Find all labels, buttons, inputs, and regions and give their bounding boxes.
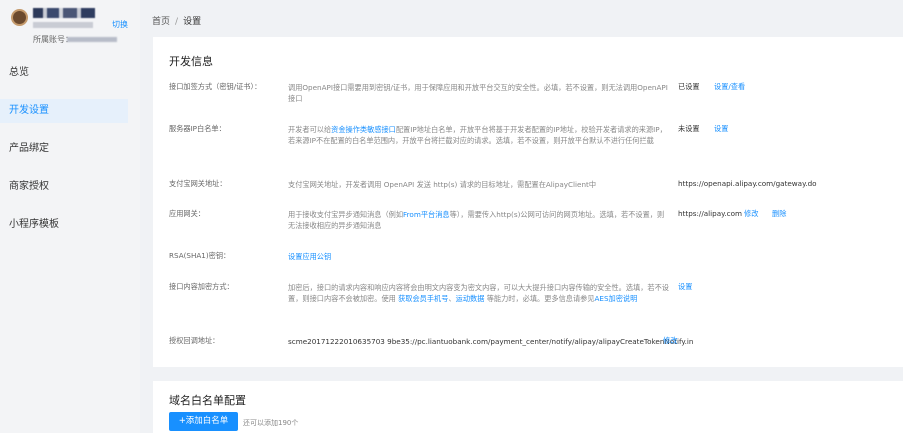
platform-message-link[interactable]: From平台消息 [403, 210, 450, 219]
ip-whitelist-status: 未设置 [678, 124, 700, 133]
auth-callback-label: 授权回调地址： [169, 336, 220, 345]
sidebar-item-product-binding[interactable]: 产品绑定 [0, 137, 128, 161]
sensitive-api-link[interactable]: 资金操作类敏感接口 [331, 125, 396, 134]
sign-method-label: 接口加签方式（密钥/证书）： [169, 82, 262, 91]
sports-data-link[interactable]: 运动数据 [456, 294, 485, 303]
merchant-profile: 切换 所属账号： [0, 0, 140, 58]
set-app-public-key-link[interactable]: 设置应用公钥 [288, 251, 670, 262]
breadcrumb-home[interactable]: 首页 [152, 17, 170, 27]
merchant-name-redacted [33, 8, 95, 18]
app-gateway-label: 应用网关： [169, 209, 205, 218]
sidebar: 切换 所属账号： 总览 开发设置 产品绑定 商家授权 小程序模板 [0, 0, 140, 433]
aes-docs-link[interactable]: AES加密说明 [595, 294, 638, 303]
dev-info-card: 开发信息 接口加签方式（密钥/证书）： 调用OpenAPI接口需要用到密钥/证书… [153, 37, 903, 367]
sign-method-status: 已设置 [678, 82, 700, 91]
member-phone-link[interactable]: 获取会员手机号 [398, 294, 448, 303]
ip-desc-text: 开发者可以给 [288, 125, 332, 134]
domain-whitelist-title: 域名白名单配置 [169, 394, 246, 407]
sign-method-set-view-link[interactable]: 设置/查看 [714, 82, 745, 92]
switch-account-link[interactable]: 切换 [112, 19, 128, 30]
app-gateway-edit-link[interactable]: 修改 [744, 209, 758, 219]
app-gateway-value: https://alipay.com [678, 209, 742, 218]
ip-whitelist-set-link[interactable]: 设置 [714, 124, 728, 134]
sidebar-item-label: 小程序模板 [9, 219, 59, 230]
content-encrypt-desc: 加密后，接口的请求内容和响应内容将会由明文内容变为密文内容，可以大大提升接口内容… [288, 282, 670, 304]
add-whitelist-button[interactable]: +添加白名单 [169, 412, 238, 431]
account-value-redacted [67, 37, 117, 42]
domain-whitelist-card: 域名白名单配置 +添加白名单 还可以添加190个 [153, 381, 903, 433]
breadcrumb: 首页 / 设置 [152, 14, 201, 27]
breadcrumb-separator: / [175, 17, 179, 27]
sidebar-item-dev-settings[interactable]: 开发设置 [0, 99, 128, 123]
sidebar-item-merchant-auth[interactable]: 商家授权 [0, 175, 128, 199]
sidebar-item-overview[interactable]: 总览 [0, 61, 128, 85]
sidebar-item-label: 商家授权 [9, 181, 49, 192]
sidebar-item-miniapp-templates[interactable]: 小程序模板 [0, 213, 128, 237]
sidebar-item-label: 开发设置 [9, 105, 49, 116]
ip-whitelist-desc: 开发者可以给资金操作类敏感接口配置IP地址白名单，开放平台将基于开发者配置的IP… [288, 124, 670, 146]
sidebar-item-label: 产品绑定 [9, 143, 49, 154]
whitelist-remaining-hint: 还可以添加190个 [243, 419, 299, 427]
ip-whitelist-label: 服务器IP白名单： [169, 124, 226, 133]
app-gateway-delete-link[interactable]: 删除 [772, 209, 786, 219]
gateway-label: 支付宝网关地址： [169, 179, 227, 188]
gateway-value: https://openapi.alipay.com/gateway.do [678, 179, 817, 188]
sign-method-desc: 调用OpenAPI接口需要用到密钥/证书，用于保障应用和开放平台交互的安全性。必… [288, 83, 668, 103]
encrypt-desc-text-2: 等能力时，必填。更多信息请参见 [484, 294, 595, 303]
gateway-desc: 支付宝网关地址，开发者调用 OpenAPI 发送 http(s) 请求的目标地址… [288, 180, 597, 189]
encrypt-desc-sep: 、 [448, 294, 456, 303]
rsa-key-label: RSA(SHA1)密钥： [169, 251, 231, 260]
app-gateway-desc: 用于接收支付宝异步通知消息（例如From平台消息等），需要传入http(s)公网… [288, 209, 670, 231]
breadcrumb-current: 设置 [183, 17, 202, 27]
sidebar-item-label: 总览 [9, 67, 29, 78]
auth-callback-value: scme20171222010635703 9be35://pc.liantuo… [288, 337, 694, 346]
merchant-avatar[interactable] [11, 9, 28, 26]
auth-callback-edit-link[interactable]: 修改 [663, 336, 677, 346]
merchant-subtitle-redacted [33, 22, 93, 28]
app-gateway-desc-text: 用于接收支付宝异步通知消息（例如 [288, 210, 404, 219]
content-encrypt-label: 接口内容加密方式： [169, 282, 234, 291]
content-encrypt-set-link[interactable]: 设置 [678, 282, 692, 292]
dev-info-title: 开发信息 [169, 55, 213, 68]
